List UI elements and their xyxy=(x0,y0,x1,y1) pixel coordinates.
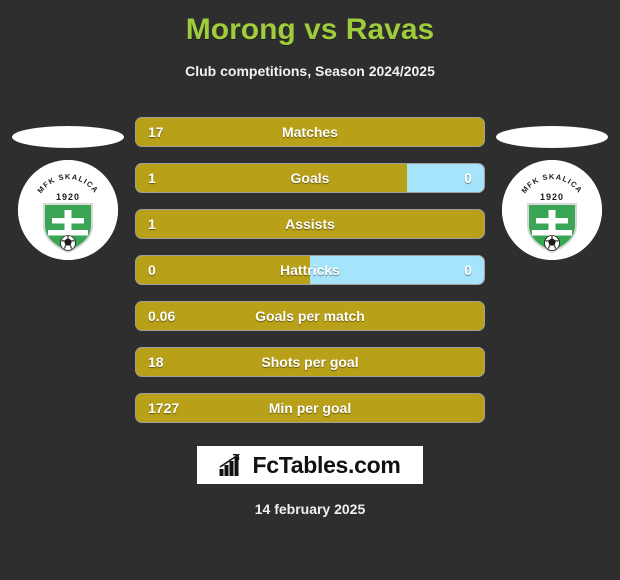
stat-row: 18 Shots per goal xyxy=(136,348,484,376)
stat-comparison-page: Morong vs Ravas Club competitions, Seaso… xyxy=(0,0,620,580)
home-team-name-plate xyxy=(12,126,124,148)
stat-rows: 17 Matches 1 Goals 0 1 Assists 0 Hattricks 0 0.06 G… xyxy=(136,118,484,440)
club-crest-icon: MFK SKALICA 1920 xyxy=(18,160,118,260)
club-crest-icon: MFK SKALICA 1920 xyxy=(502,160,602,260)
stat-away-value: 0 xyxy=(464,262,472,278)
stat-label: Assists xyxy=(285,216,335,232)
stat-label: Goals xyxy=(290,170,330,186)
stat-row: 0 Hattricks 0 xyxy=(136,256,484,284)
stat-row: 0.06 Goals per match xyxy=(136,302,484,330)
stat-row: 1 Goals 0 xyxy=(136,164,484,192)
date-label: 14 february 2025 xyxy=(254,501,366,517)
comparison-area: MFK SKALICA 1920 MFK SKALICA 1920 17 Mat… xyxy=(0,118,620,428)
stat-label: Shots per goal xyxy=(261,354,359,370)
page-subtitle: Club competitions, Season 2024/2025 xyxy=(185,63,435,79)
stat-away-value: 0 xyxy=(464,170,472,186)
crest-year: 1920 xyxy=(56,192,80,202)
away-team-badge-column: MFK SKALICA 1920 xyxy=(492,118,612,278)
fctables-logo[interactable]: FcTables.com xyxy=(197,446,423,484)
stat-label: Matches xyxy=(281,124,339,140)
stat-row: 17 Matches xyxy=(136,118,484,146)
stat-label: Goals per match xyxy=(255,308,365,324)
stat-label: Min per goal xyxy=(268,400,352,416)
stat-row: 1727 Min per goal xyxy=(136,394,484,422)
stat-label: Hattricks xyxy=(280,262,340,278)
bar-chart-icon xyxy=(219,454,241,476)
fctables-logo-text: FcTables.com xyxy=(252,452,401,478)
away-team-crest: MFK SKALICA 1920 xyxy=(502,160,602,260)
home-team-badge-column: MFK SKALICA 1920 xyxy=(8,118,128,278)
away-team-name-plate xyxy=(496,126,608,148)
crest-year: 1920 xyxy=(540,192,564,202)
home-team-crest: MFK SKALICA 1920 xyxy=(18,160,118,260)
page-title: Morong vs Ravas xyxy=(185,13,435,46)
stat-row: 1 Assists xyxy=(136,210,484,238)
